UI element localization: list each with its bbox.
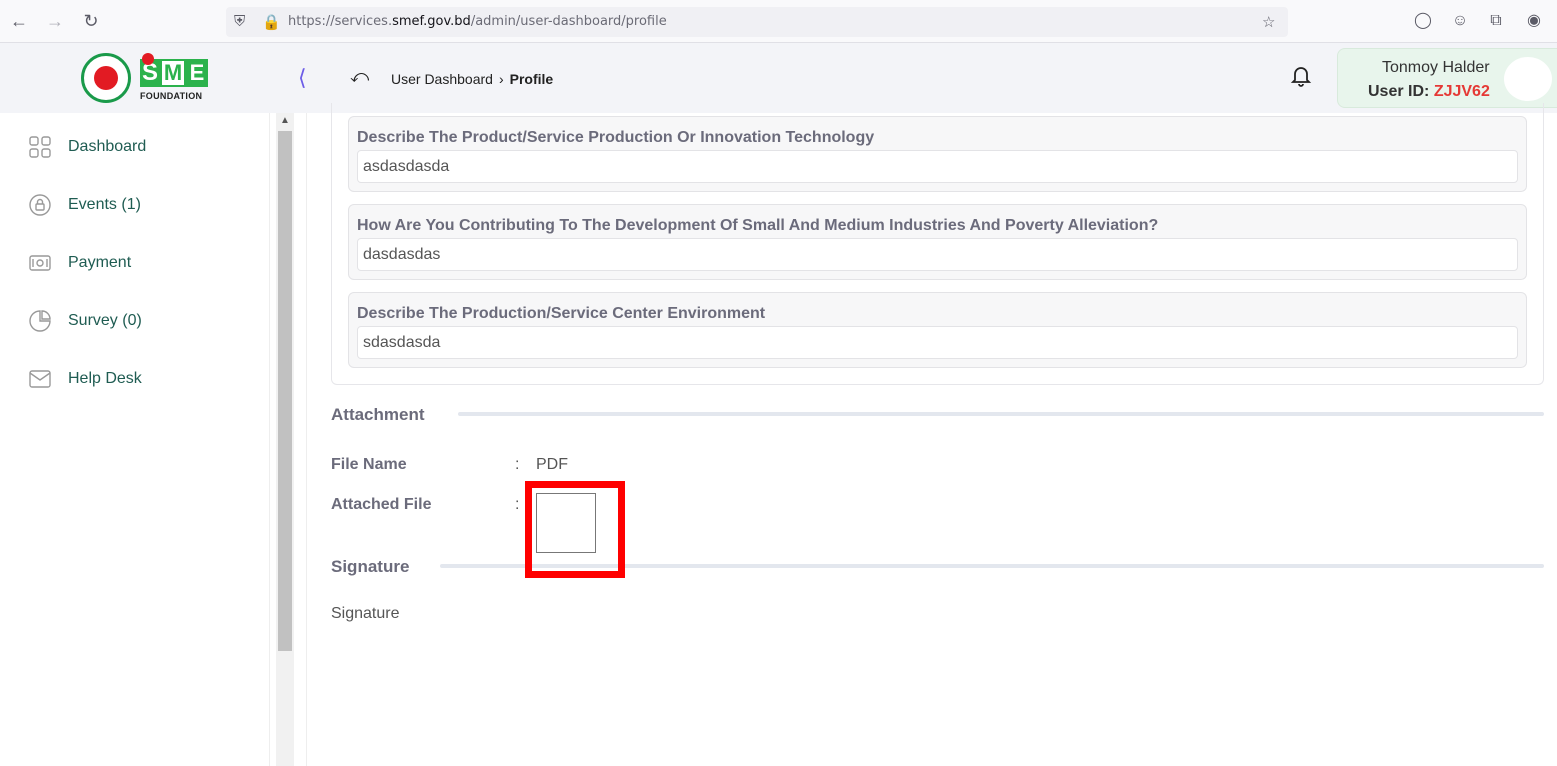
sidebar-item-survey[interactable]: Survey (0) xyxy=(28,307,142,335)
question-card: Describe The Product/Service Production … xyxy=(348,116,1527,192)
pie-chart-icon xyxy=(29,310,51,332)
breadcrumb: User Dashboard › Profile xyxy=(391,71,553,87)
answer-field[interactable]: asdasdasda xyxy=(357,150,1518,183)
answer-field[interactable]: sdasdasda xyxy=(357,326,1518,359)
sidebar-item-dashboard[interactable]: Dashboard xyxy=(28,133,146,161)
user-name: Tonmoy Halder xyxy=(1382,59,1490,76)
lock-icon[interactable]: 🔒 xyxy=(262,13,281,31)
question-card: Describe The Production/Service Center E… xyxy=(348,292,1527,368)
sme-foundation-logo[interactable]: S M E FOUNDATION xyxy=(138,53,212,103)
back-icon[interactable]: ⤺ xyxy=(350,66,369,87)
govt-emblem-logo xyxy=(81,53,131,103)
reload-icon[interactable]: ↻ xyxy=(81,11,101,31)
sidebar-item-label: Help Desk xyxy=(68,370,142,387)
pocket-icon[interactable]: ◯ xyxy=(1413,11,1433,31)
browser-toolbar: ← → ↻ ⛨ 🔒 https://services.smef.gov.bd/a… xyxy=(0,0,1557,43)
avatar[interactable] xyxy=(1504,57,1552,101)
file-name-label: File Name xyxy=(331,456,407,473)
signature-section-title: Signature xyxy=(331,557,410,576)
colon: : xyxy=(515,456,520,473)
attached-file-label: Attached File xyxy=(331,496,432,513)
main-content: Describe The Product/Service Production … xyxy=(306,103,1557,766)
colon: : xyxy=(515,496,520,513)
profile-avatar-icon[interactable]: ◉ xyxy=(1524,11,1544,31)
sidebar-collapse-icon[interactable]: ⟨ xyxy=(298,65,307,91)
bookmark-star-icon[interactable]: ☆ xyxy=(1262,13,1275,31)
sidebar-item-help-desk[interactable]: Help Desk xyxy=(28,365,142,393)
scroll-up-icon[interactable]: ▲ xyxy=(280,115,290,126)
forward-arrow-icon[interactable]: → xyxy=(45,11,65,31)
sidebar-item-payment[interactable]: Payment xyxy=(28,249,131,277)
sidebar-item-label: Survey (0) xyxy=(68,312,142,329)
sidebar-item-label: Payment xyxy=(68,254,132,271)
answer-field[interactable]: dasdasdas xyxy=(357,238,1518,271)
question-card: How Are You Contributing To The Developm… xyxy=(348,204,1527,280)
section-divider xyxy=(458,412,1544,416)
question-label: Describe The Production/Service Center E… xyxy=(357,305,766,322)
back-arrow-icon[interactable]: ← xyxy=(9,11,29,31)
notification-bell-icon[interactable] xyxy=(1289,63,1313,87)
attachment-section-title: Attachment xyxy=(331,405,425,424)
lock-circle-icon xyxy=(29,194,51,216)
breadcrumb-parent[interactable]: User Dashboard xyxy=(391,71,493,87)
user-id: User ID: ZJJV62 xyxy=(1368,83,1490,100)
extensions-icon[interactable]: ⧉ xyxy=(1486,11,1506,31)
file-name-value: PDF xyxy=(536,456,568,473)
user-profile-card[interactable]: Tonmoy Halder User ID: ZJJV62 xyxy=(1337,48,1557,108)
url-text: https://services.smef.gov.bd/admin/user-… xyxy=(288,14,667,29)
money-icon xyxy=(29,255,51,271)
sidebar-item-events[interactable]: Events (1) xyxy=(28,191,141,219)
account-icon[interactable]: ☺ xyxy=(1450,11,1470,31)
sidebar-item-label: Dashboard xyxy=(68,138,147,155)
sidebar-scrollbar[interactable]: ▲ xyxy=(276,113,294,766)
highlight-box xyxy=(525,481,625,578)
mail-icon xyxy=(29,370,51,388)
chevron-right-icon: › xyxy=(498,71,504,87)
question-label: How Are You Contributing To The Developm… xyxy=(357,217,1159,234)
sidebar-item-label: Events (1) xyxy=(68,196,141,213)
scrollbar-thumb[interactable] xyxy=(278,131,292,651)
question-label: Describe The Product/Service Production … xyxy=(357,129,875,146)
sidebar: Dashboard Events (1) Payment Survey (0) … xyxy=(3,113,270,766)
address-bar[interactable]: ⛨ 🔒 https://services.smef.gov.bd/admin/u… xyxy=(226,7,1288,37)
breadcrumb-current: Profile xyxy=(509,71,554,87)
shield-icon[interactable]: ⛨ xyxy=(234,13,245,30)
grid-icon xyxy=(29,136,51,158)
signature-text: Signature xyxy=(331,605,400,622)
